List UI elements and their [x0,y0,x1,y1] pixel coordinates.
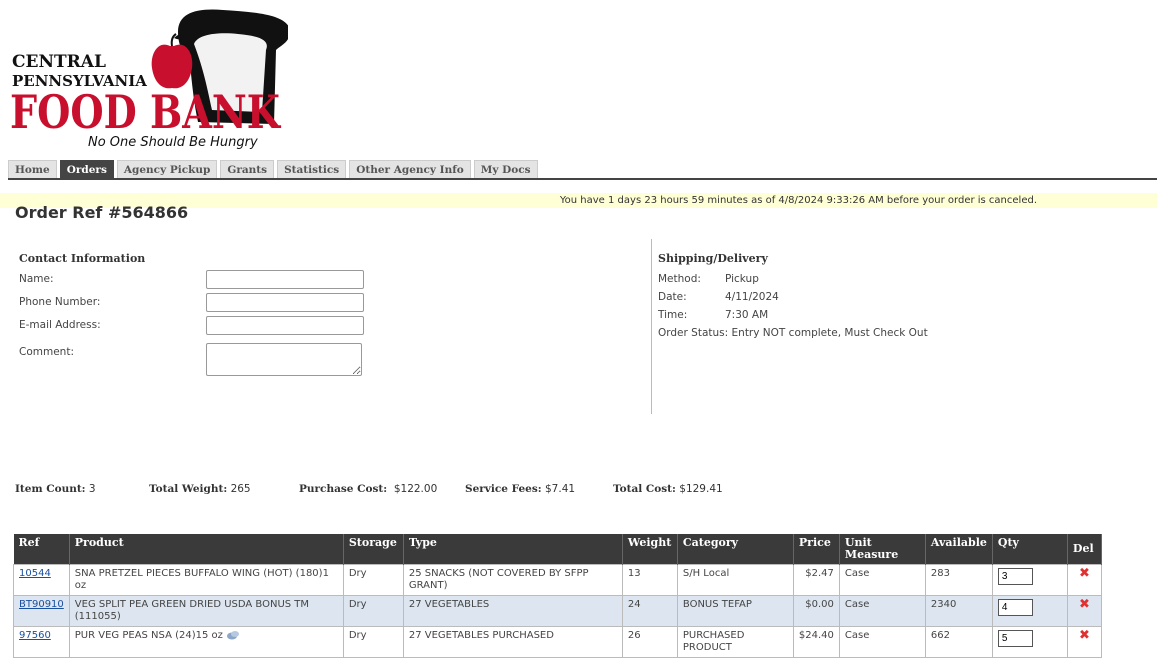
service-fees: Service Fees: $7.41 [465,483,576,495]
table-row: 10544 SNA PRETZEL PIECES BUFFALO WING (H… [13,564,1103,596]
tab-home[interactable]: Home [8,160,57,178]
table-row: 97560 PUR VEG PEAS NSA (24)15 oz Dry 27 … [13,626,1103,658]
header-type: Type [403,534,623,565]
item-ref-link[interactable]: 10544 [19,568,51,579]
tab-agency-pickup[interactable]: Agency Pickup [116,160,218,178]
item-ref-link[interactable]: BT90910 [19,599,64,610]
logo-tagline: No One Should Be Hungry [88,135,258,150]
shipping-date: Date: 4/11/2024 [658,291,779,303]
main-nav-tabs: Home Orders Agency Pickup Grants Statist… [8,160,1157,180]
header-price: Price [793,534,840,565]
phone-field[interactable] [206,293,364,312]
header-del: Del [1067,534,1103,565]
item-ref-link[interactable]: 97560 [19,630,51,641]
email-field[interactable] [206,316,364,335]
item-type: 25 SNACKS (NOT COVERED BY SFPP GRANT) [402,564,623,596]
item-category: PURCHASED PRODUCT [676,626,794,658]
order-status: Order Status: Entry NOT complete, Must C… [658,327,928,339]
total-cost: Total Cost: $129.41 [613,483,723,495]
shipping-method: Method: Pickup [658,273,759,285]
tab-orders[interactable]: Orders [59,160,114,178]
shipping-time: Time: 7:30 AM [658,309,769,321]
page-title: Order Ref #564866 [15,203,189,222]
item-product: SNA PRETZEL PIECES BUFFALO WING (HOT) (1… [68,564,344,596]
header-qty: Qty [992,534,1068,565]
item-product: VEG SPLIT PEA GREEN DRIED USDA BONUS TM … [68,595,344,627]
logo-line-3: FOOD BANK [10,85,282,139]
header-weight: Weight [622,534,678,565]
shipping-section-title: Shipping/Delivery [658,252,768,265]
contact-section-title: Contact Information [19,252,146,265]
item-available: 2340 [924,595,993,627]
item-weight: 13 [621,564,678,596]
delete-icon[interactable]: ✖ [1073,567,1096,580]
tab-other-agency-info[interactable]: Other Agency Info [349,160,471,178]
header-available: Available [925,534,993,565]
logo-line-1: CENTRAL [12,52,106,72]
comment-field[interactable] [206,343,362,376]
delete-icon[interactable]: ✖ [1073,629,1096,642]
total-weight: Total Weight: 265 [149,483,251,495]
item-weight: 24 [621,595,678,627]
tab-statistics[interactable]: Statistics [277,160,347,178]
header-ref: Ref [13,534,70,565]
header-category: Category [677,534,794,565]
header-storage: Storage [343,534,404,565]
item-category: BONUS TEFAP [676,595,794,627]
tab-my-docs[interactable]: My Docs [473,160,538,178]
item-type: 27 VEGETABLES [402,595,623,627]
order-totals: Item Count: 3 Total Weight: 265 Purchase… [15,483,815,497]
purchase-cost: Purchase Cost: $122.00 [299,483,438,495]
phone-label: Phone Number: [19,296,101,308]
comment-label: Comment: [19,346,74,358]
item-type: 27 VEGETABLES PURCHASED [402,626,623,658]
item-available: 662 [924,626,993,658]
item-storage: Dry [342,564,404,596]
table-row: BT90910 VEG SPLIT PEA GREEN DRIED USDA B… [13,595,1103,627]
name-label: Name: [19,273,54,285]
table-header-row: Ref Product Storage Type Weight Category… [13,534,1103,565]
name-field[interactable] [206,270,364,289]
qty-input[interactable] [997,568,1033,585]
order-items-table: Ref Product Storage Type Weight Category… [13,534,1103,658]
item-storage: Dry [342,595,404,627]
item-unit-measure: Case [838,564,926,596]
item-price: $24.40 [792,626,840,658]
item-storage: Dry [342,626,404,658]
item-price: $0.00 [792,595,840,627]
qty-input[interactable] [997,630,1033,647]
section-divider [651,239,652,414]
contact-information-section: Contact Information Name: Phone Number: … [19,252,379,383]
item-unit-measure: Case [838,626,926,658]
qty-input[interactable] [997,599,1033,616]
food-bank-logo: CENTRAL PENNSYLVANIA FOOD BANK No One Sh… [8,4,288,152]
shipping-delivery-section: Shipping/Delivery Method: Pickup Date: 4/1… [658,252,1058,344]
item-available: 283 [924,564,993,596]
item-weight: 26 [621,626,678,658]
product-info-icon[interactable] [226,630,240,640]
tab-grants[interactable]: Grants [220,160,275,178]
item-unit-measure: Case [838,595,926,627]
item-price: $2.47 [792,564,840,596]
delete-icon[interactable]: ✖ [1073,598,1096,611]
item-product: PUR VEG PEAS NSA (24)15 oz [74,630,223,641]
item-product-cell: PUR VEG PEAS NSA (24)15 oz [68,626,344,658]
email-label: E-mail Address: [19,319,101,331]
header-product: Product [69,534,344,565]
item-count: Item Count: 3 [15,483,96,495]
item-category: S/H Local [676,564,794,596]
header-unit-measure: Unit Measure [839,534,926,565]
